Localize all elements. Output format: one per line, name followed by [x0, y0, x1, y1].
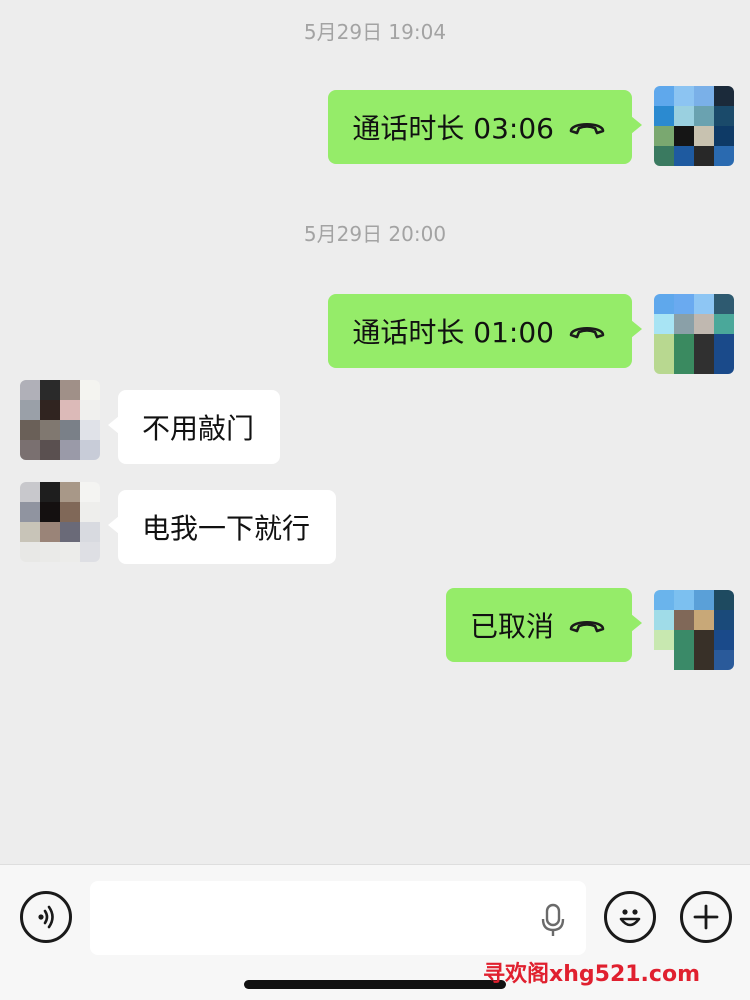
- call-record-bubble[interactable]: 已取消: [445, 588, 643, 662]
- timestamp: 5月29日 19:04: [303, 20, 447, 44]
- my-avatar[interactable]: [654, 294, 734, 374]
- contact-avatar[interactable]: [20, 380, 100, 460]
- message-bubble[interactable]: 电我一下就行: [107, 490, 337, 564]
- message-input[interactable]: [90, 881, 586, 955]
- microphone-icon[interactable]: [540, 903, 566, 937]
- voice-icon: [38, 905, 54, 929]
- home-indicator[interactable]: [244, 980, 506, 989]
- my-avatar[interactable]: [654, 86, 734, 166]
- emoji-icon: [619, 909, 641, 927]
- message-text: 通话时长 01:00: [352, 316, 554, 349]
- more-options-button[interactable]: [680, 891, 732, 943]
- chat-area: 5月29日 19:04 通话时长 03:06 5月29日 20:00 通话时长 …: [0, 0, 750, 864]
- message-text: 电我一下就行: [142, 512, 311, 545]
- call-record-bubble[interactable]: 通话时长 01:00: [328, 294, 642, 368]
- emoji-button[interactable]: [604, 891, 656, 943]
- phone-hangup-icon: [569, 326, 605, 339]
- message-text: 不用敲门: [142, 412, 255, 445]
- call-record-bubble[interactable]: 通话时长 03:06: [328, 90, 642, 164]
- phone-hangup-icon: [569, 122, 605, 135]
- message-text: 通话时长 03:06: [352, 112, 554, 145]
- timestamp: 5月29日 20:00: [303, 222, 447, 246]
- message-text: 已取消: [469, 610, 554, 643]
- plus-icon: [693, 904, 719, 930]
- contact-avatar[interactable]: [20, 482, 100, 562]
- watermark: 寻欢阁xhg521.com: [483, 962, 700, 987]
- voice-input-button[interactable]: [20, 891, 72, 943]
- my-avatar[interactable]: [654, 590, 734, 670]
- phone-hangup-icon: [569, 620, 605, 633]
- message-bubble[interactable]: 不用敲门: [107, 390, 281, 464]
